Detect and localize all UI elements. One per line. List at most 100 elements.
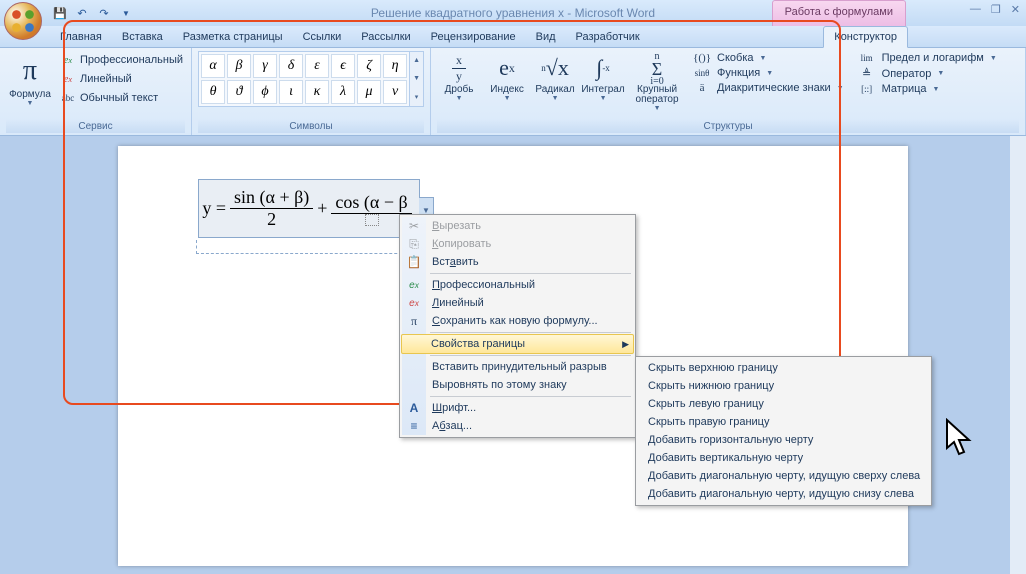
qat-more-icon[interactable]: ▼ xyxy=(116,3,136,23)
equation-box[interactable]: y = sin (α + β) 2 + cos (α − β ▼ xyxy=(198,179,420,238)
integral-icon: ∫-x xyxy=(596,51,610,85)
ribbon: π Формула ▼ ex Профессиональный ex Линей… xyxy=(0,48,1026,136)
equation-button[interactable]: π Формула ▼ xyxy=(6,51,54,109)
professional-icon: ex xyxy=(406,277,422,293)
tab-pagelayout[interactable]: Разметка страницы xyxy=(173,27,293,47)
ctx-cut[interactable]: ✂Вырезать xyxy=(402,217,633,235)
sub-adddiagtl[interactable]: Добавить диагональную черту, идущую свер… xyxy=(638,467,929,485)
linear-button[interactable]: ex Линейный xyxy=(58,70,185,88)
font-icon: A xyxy=(406,400,422,416)
tab-insert[interactable]: Вставка xyxy=(112,27,173,47)
cut-icon: ✂ xyxy=(406,218,422,234)
bracket-button[interactable]: {()}Скобка▼ xyxy=(689,51,850,65)
vertical-scrollbar[interactable] xyxy=(1009,136,1026,574)
symbol-cell[interactable]: ζ xyxy=(357,54,381,78)
accent-button[interactable]: äДиакритические знаки▼ xyxy=(689,81,850,95)
ctx-copy[interactable]: ⎘Копировать xyxy=(402,235,633,253)
group-tools: π Формула ▼ ex Профессиональный ex Линей… xyxy=(0,48,192,135)
contextual-tab-title: Работа с формулами xyxy=(772,0,906,26)
fraction-button[interactable]: xy Дробь▼ xyxy=(437,51,481,102)
linear-icon: ex xyxy=(406,295,422,311)
sub-addhstrike[interactable]: Добавить горизонтальную черту xyxy=(638,431,929,449)
professional-icon: ex xyxy=(60,52,76,68)
close-icon[interactable]: ✕ xyxy=(1011,3,1020,16)
matrix-icon: [::] xyxy=(856,84,878,94)
professional-button[interactable]: ex Профессиональный xyxy=(58,51,185,69)
accent-icon: ä xyxy=(691,82,713,94)
equation-handle[interactable] xyxy=(196,240,422,254)
ctx-borderprops[interactable]: Свойства границы▶ xyxy=(401,334,634,354)
quick-access-toolbar: 💾 ↶ ↷ ▼ xyxy=(50,3,136,23)
copy-icon: ⎘ xyxy=(406,236,422,252)
office-button[interactable] xyxy=(4,2,42,40)
script-icon: ex xyxy=(499,51,515,85)
sub-hideleft[interactable]: Скрыть левую границу xyxy=(638,395,929,413)
ctx-insertbreak[interactable]: Вставить принудительный разрыв xyxy=(402,358,633,376)
ctx-professional[interactable]: exПрофессиональный xyxy=(402,276,633,294)
ctx-paste[interactable]: 📋Вставить xyxy=(402,253,633,271)
operator-icon: ≜ xyxy=(856,67,878,80)
pi-icon: π xyxy=(406,313,422,329)
integral-button[interactable]: ∫-x Интеграл▼ xyxy=(581,51,625,102)
radical-icon: n√x xyxy=(541,51,569,85)
tab-review[interactable]: Рецензирование xyxy=(421,27,526,47)
symbol-cell[interactable]: α xyxy=(201,54,225,78)
symbol-cell[interactable]: ϑ xyxy=(227,80,251,104)
tab-home[interactable]: Главная xyxy=(50,27,112,47)
sub-adddiagbl[interactable]: Добавить диагональную черту, идущую сниз… xyxy=(638,485,929,503)
tab-references[interactable]: Ссылки xyxy=(293,27,352,47)
normaltext-button[interactable]: abc Обычный текст xyxy=(58,89,185,107)
sub-hidebottom[interactable]: Скрыть нижнюю границу xyxy=(638,377,929,395)
function-icon: sinθ xyxy=(691,68,713,78)
ribbon-tabs: Главная Вставка Разметка страницы Ссылки… xyxy=(0,26,1026,48)
symbol-cell[interactable]: ι xyxy=(279,80,303,104)
ctx-alignat[interactable]: Выровнять по этому знаку xyxy=(402,376,633,394)
undo-icon[interactable]: ↶ xyxy=(72,3,92,23)
operator-button[interactable]: ≜Оператор▼ xyxy=(854,66,1003,81)
matrix-button[interactable]: [::]Матрица▼ xyxy=(854,82,1003,96)
limit-button[interactable]: limПредел и логарифм▼ xyxy=(854,51,1003,65)
linear-icon: ex xyxy=(60,71,76,87)
ctx-linear[interactable]: exЛинейный xyxy=(402,294,633,312)
largeop-button[interactable]: nΣi=0 Крупный оператор▼ xyxy=(629,51,685,112)
paragraph-icon: ≡ xyxy=(406,418,422,434)
group-structures: xy Дробь▼ ex Индекс▼ n√x Радикал▼ ∫-x Ин… xyxy=(431,48,1026,135)
limit-icon: lim xyxy=(856,53,878,63)
symbol-cell[interactable]: κ xyxy=(305,80,329,104)
redo-icon[interactable]: ↷ xyxy=(94,3,114,23)
symbol-cell[interactable]: δ xyxy=(279,54,303,78)
ctx-saveas[interactable]: πСохранить как новую формулу... xyxy=(402,312,633,330)
sub-hidetop[interactable]: Скрыть верхнюю границу xyxy=(638,359,929,377)
symbol-more-button[interactable]: ▲ ▼ ▾ xyxy=(410,51,424,107)
tab-view[interactable]: Вид xyxy=(526,27,566,47)
symbol-cell[interactable]: γ xyxy=(253,54,277,78)
symbol-cell[interactable]: θ xyxy=(201,80,225,104)
restore-icon[interactable]: ❐ xyxy=(991,3,1001,16)
sub-addvstrike[interactable]: Добавить вертикальную черту xyxy=(638,449,929,467)
symbol-cell[interactable]: β xyxy=(227,54,251,78)
context-submenu: Скрыть верхнюю границу Скрыть нижнюю гра… xyxy=(635,356,932,506)
sub-hideright[interactable]: Скрыть правую границу xyxy=(638,413,929,431)
paste-icon: 📋 xyxy=(406,254,422,270)
script-button[interactable]: ex Индекс▼ xyxy=(485,51,529,102)
minimize-icon[interactable]: — xyxy=(970,3,981,16)
symbol-cell[interactable]: ε xyxy=(305,54,329,78)
tab-design[interactable]: Конструктор xyxy=(823,26,908,48)
symbol-cell[interactable]: ν xyxy=(383,80,407,104)
text-icon: abc xyxy=(60,90,76,106)
symbol-cell[interactable]: μ xyxy=(357,80,381,104)
ctx-paragraph[interactable]: ≡Абзац... xyxy=(402,417,633,435)
symbol-cell[interactable]: η xyxy=(383,54,407,78)
radical-button[interactable]: n√x Радикал▼ xyxy=(533,51,577,102)
symbol-cell[interactable]: ϕ xyxy=(253,80,277,104)
ctx-font[interactable]: AШрифт... xyxy=(402,399,633,417)
fraction-icon: xy xyxy=(452,51,466,85)
context-menu: ✂Вырезать ⎘Копировать 📋Вставить exПрофес… xyxy=(399,214,636,438)
function-button[interactable]: sinθФункция▼ xyxy=(689,66,850,80)
tab-developer[interactable]: Разработчик xyxy=(566,27,650,47)
save-icon[interactable]: 💾 xyxy=(50,3,70,23)
symbol-cell[interactable]: λ xyxy=(331,80,355,104)
tab-mailings[interactable]: Рассылки xyxy=(351,27,420,47)
sigma-icon: nΣi=0 xyxy=(650,51,663,85)
symbol-cell[interactable]: ϵ xyxy=(331,54,355,78)
